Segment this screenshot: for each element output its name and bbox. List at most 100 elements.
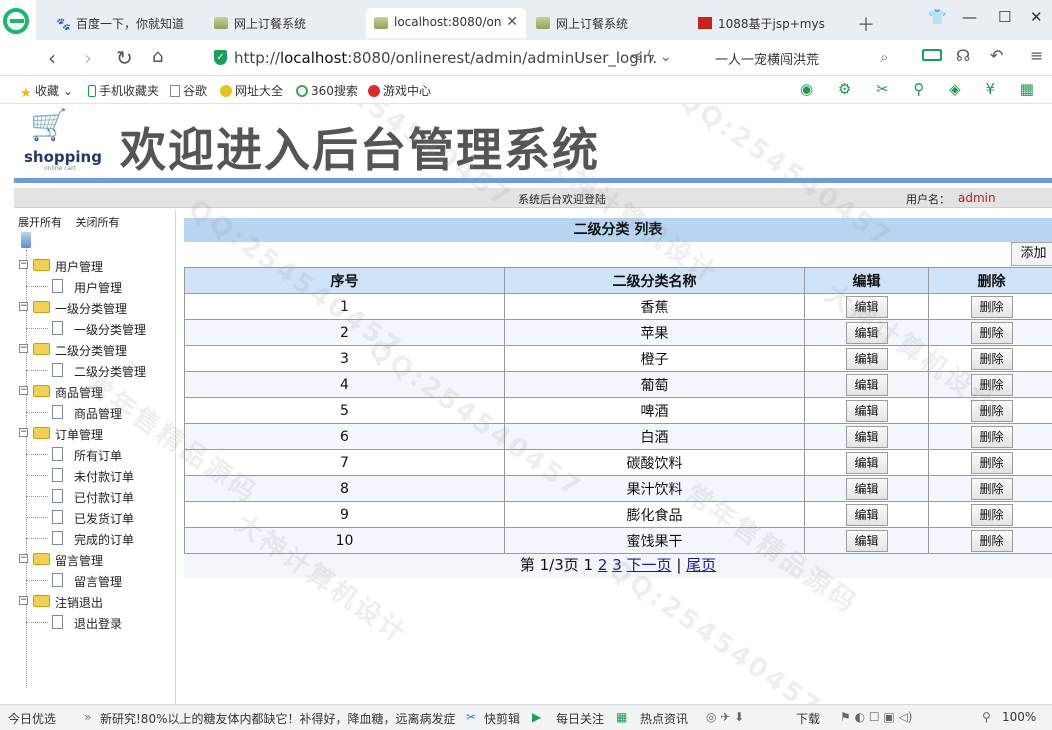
headset-icon[interactable]: ☊ xyxy=(956,46,970,65)
collapse-toggle-icon[interactable]: − xyxy=(19,554,28,563)
user-name: admin xyxy=(958,191,996,205)
folder-icon xyxy=(33,595,50,607)
delete-button[interactable]: 删除 xyxy=(970,529,1013,552)
toolbar-extension-icons[interactable]: ◉ ⚙ ✂ ⚲ ◈ ¥ ▦ xyxy=(800,80,1044,98)
folder-icon xyxy=(33,301,50,313)
url-text: http://localhost:8080/onlinerest/admin/a… xyxy=(234,49,658,67)
undo-icon[interactable]: ↶ xyxy=(990,46,1003,65)
home-icon[interactable]: ⌂ xyxy=(152,46,163,67)
close-window-icon[interactable]: ✕ xyxy=(1030,8,1043,26)
page-link-3[interactable]: 3 xyxy=(612,556,622,574)
browser-logo-icon xyxy=(0,0,36,40)
bookmark-google[interactable]: 谷歌 xyxy=(170,82,207,99)
edit-button[interactable]: 编辑 xyxy=(845,347,888,370)
shirt-skin-icon[interactable]: 👕 xyxy=(928,8,947,26)
collapse-toggle-icon[interactable]: − xyxy=(19,386,28,395)
browser-status-bar: 今日优选 » 新研究!80%以上的糖友体内都缺它！补得好，降血糖，远离病发症 ✂… xyxy=(0,704,1052,730)
status-hot-news[interactable]: 热点资讯 xyxy=(640,710,688,727)
cell-no: 2 xyxy=(184,319,505,346)
delete-button[interactable]: 删除 xyxy=(970,321,1013,344)
status-quick-edit[interactable]: 快剪辑 xyxy=(484,710,520,727)
delete-button[interactable]: 删除 xyxy=(970,295,1013,318)
collapse-toggle-icon[interactable]: − xyxy=(19,344,28,353)
cell-delete: 删除 xyxy=(928,475,1052,502)
search-icon[interactable]: ⌕ xyxy=(880,48,888,66)
status-news-ticker[interactable]: 新研究!80%以上的糖友体内都缺它！补得好，降血糖，远离病发症 xyxy=(100,710,456,727)
next-page-link[interactable]: 下一页 xyxy=(627,556,672,574)
banner-divider xyxy=(14,178,1052,183)
share-icon[interactable]: ⋖ ϟ ⌄ xyxy=(630,49,672,65)
bookmark-games[interactable]: 游戏中心 xyxy=(368,82,431,99)
minimize-icon[interactable]: — xyxy=(962,8,977,26)
menu-icon[interactable]: ≡ xyxy=(1030,46,1043,65)
collapse-toggle-icon[interactable]: − xyxy=(19,428,28,437)
search-suggestion-text[interactable]: 一人一宠横闯洪荒 xyxy=(715,49,819,68)
browser-tab-1[interactable]: 🐾 百度一下，你就知道 xyxy=(48,8,198,38)
browser-tab-5[interactable]: 1088基于jsp+mys xyxy=(690,8,850,38)
battery-icon[interactable] xyxy=(922,49,942,61)
url-input[interactable]: ✓ http://localhost:8080/onlinerest/admin… xyxy=(206,45,696,71)
delete-button[interactable]: 删除 xyxy=(970,399,1013,422)
table-row: 2 苹果 编辑 删除 xyxy=(184,319,1052,346)
extension-icons[interactable]: ◎ ✈ ⬇ xyxy=(706,710,744,724)
document-icon xyxy=(52,615,63,629)
edit-button[interactable]: 编辑 xyxy=(845,529,888,552)
back-arrow-icon[interactable]: ‹ xyxy=(48,46,56,70)
tree-line xyxy=(26,412,48,413)
status-daily-focus[interactable]: 每日关注 xyxy=(556,710,604,727)
zoom-level[interactable]: 100% xyxy=(1002,710,1036,724)
bookmark-mobile[interactable]: 手机收藏夹 xyxy=(88,82,159,99)
add-button[interactable]: 添加 xyxy=(1011,242,1052,266)
bookmark-sites[interactable]: 网址大全 xyxy=(220,82,283,99)
cell-name: 橙子 xyxy=(504,345,805,372)
collapse-all-link[interactable]: 关闭所有 xyxy=(76,216,120,229)
maximize-icon[interactable]: ☐ xyxy=(998,8,1011,26)
delete-button[interactable]: 删除 xyxy=(970,503,1013,526)
forward-arrow-icon[interactable]: › xyxy=(84,46,92,70)
edit-button[interactable]: 编辑 xyxy=(845,373,888,396)
cell-edit: 编辑 xyxy=(804,293,929,320)
expand-all-link[interactable]: 展开所有 xyxy=(18,216,62,229)
collapse-toggle-icon[interactable]: − xyxy=(19,596,28,605)
edit-button[interactable]: 编辑 xyxy=(845,451,888,474)
last-page-link[interactable]: 尾页 xyxy=(686,556,716,574)
folder-icon xyxy=(33,343,50,355)
bookmark-360-search[interactable]: 360搜索 xyxy=(296,82,358,99)
browser-tab-3-active[interactable]: localhost:8080/on ✕ xyxy=(366,8,526,38)
document-icon xyxy=(52,405,63,419)
tab-label: 1088基于jsp+mys xyxy=(718,17,825,31)
edit-button[interactable]: 编辑 xyxy=(845,503,888,526)
new-tab-plus-icon[interactable]: ＋ xyxy=(857,11,875,37)
folder-icon xyxy=(33,427,50,439)
edit-button[interactable]: 编辑 xyxy=(845,321,888,344)
welcome-bar: 系统后台欢迎登陆 用户名： admin xyxy=(14,188,1052,208)
page-link-2[interactable]: 2 xyxy=(598,556,608,574)
cell-edit: 编辑 xyxy=(804,475,929,502)
delete-button[interactable]: 删除 xyxy=(970,451,1013,474)
delete-button[interactable]: 删除 xyxy=(970,347,1013,370)
cell-edit: 编辑 xyxy=(804,527,929,554)
collapse-toggle-icon[interactable]: − xyxy=(19,260,28,269)
status-tool-icons[interactable]: ⚑ ◐ ☐ ▣ ◁) xyxy=(840,710,913,724)
document-icon xyxy=(52,447,63,461)
browser-tab-2[interactable]: 网上订餐系统 xyxy=(206,8,362,38)
edit-button[interactable]: 编辑 xyxy=(845,295,888,318)
delete-button[interactable]: 删除 xyxy=(970,477,1013,500)
status-today-picks[interactable]: 今日优选 xyxy=(8,710,56,727)
delete-button[interactable]: 删除 xyxy=(970,373,1013,396)
delete-button[interactable]: 删除 xyxy=(970,425,1013,448)
reload-icon[interactable]: ↻ xyxy=(116,46,133,70)
cell-edit: 编辑 xyxy=(804,449,929,476)
tab-label: 网上订餐系统 xyxy=(234,17,307,31)
edit-button[interactable]: 编辑 xyxy=(845,477,888,500)
edit-button[interactable]: 编辑 xyxy=(845,399,888,422)
expand-chevron-icon[interactable]: » xyxy=(84,710,91,724)
bookmark-favorites[interactable]: ★ 收藏 ⌄ xyxy=(20,82,73,100)
close-tab-icon[interactable]: ✕ xyxy=(506,14,518,30)
edit-button[interactable]: 编辑 xyxy=(845,425,888,448)
browser-tab-4[interactable]: 网上订餐系统 xyxy=(528,8,684,38)
status-download[interactable]: 下载 xyxy=(796,710,820,727)
news-icon: ▦ xyxy=(616,710,628,724)
collapse-toggle-icon[interactable]: − xyxy=(19,302,28,311)
scissors-icon: ✂ xyxy=(466,710,477,724)
